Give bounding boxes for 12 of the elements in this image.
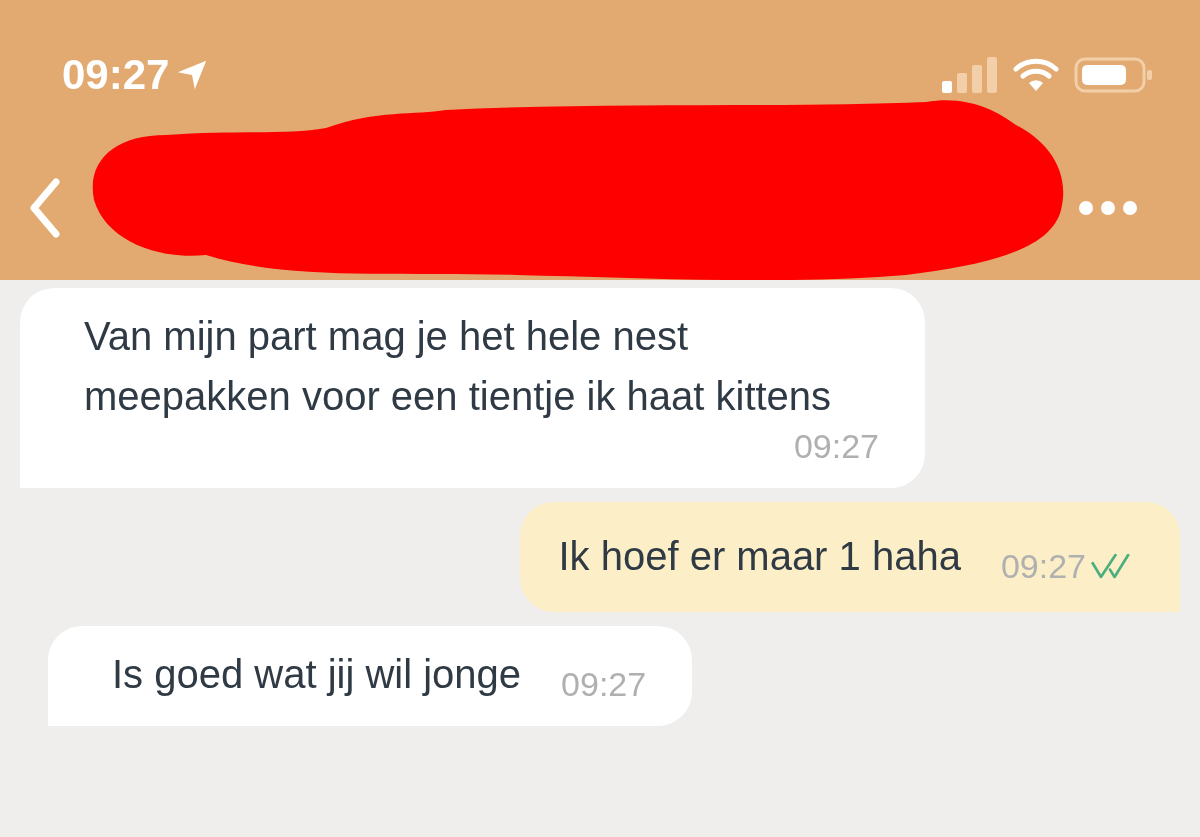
message-time: 09:27 [561, 664, 647, 704]
message-text: Van mijn part mag je het hele nest meepakken voor een tientje ik haat kittens [84, 313, 833, 420]
more-icon[interactable] [1078, 200, 1138, 216]
status-time: 09:27 [62, 51, 170, 99]
message-time: 09:27 [1000, 546, 1086, 586]
wifi-icon [1012, 57, 1060, 93]
message-time: 09:27 [793, 426, 879, 466]
back-icon[interactable] [30, 178, 60, 238]
message-text: Ik hoef er maar 1 haha [558, 533, 961, 580]
battery-icon [1074, 57, 1154, 93]
signal-icon [942, 57, 998, 93]
message-text: Is goed wat jij wil jonge [112, 651, 522, 698]
